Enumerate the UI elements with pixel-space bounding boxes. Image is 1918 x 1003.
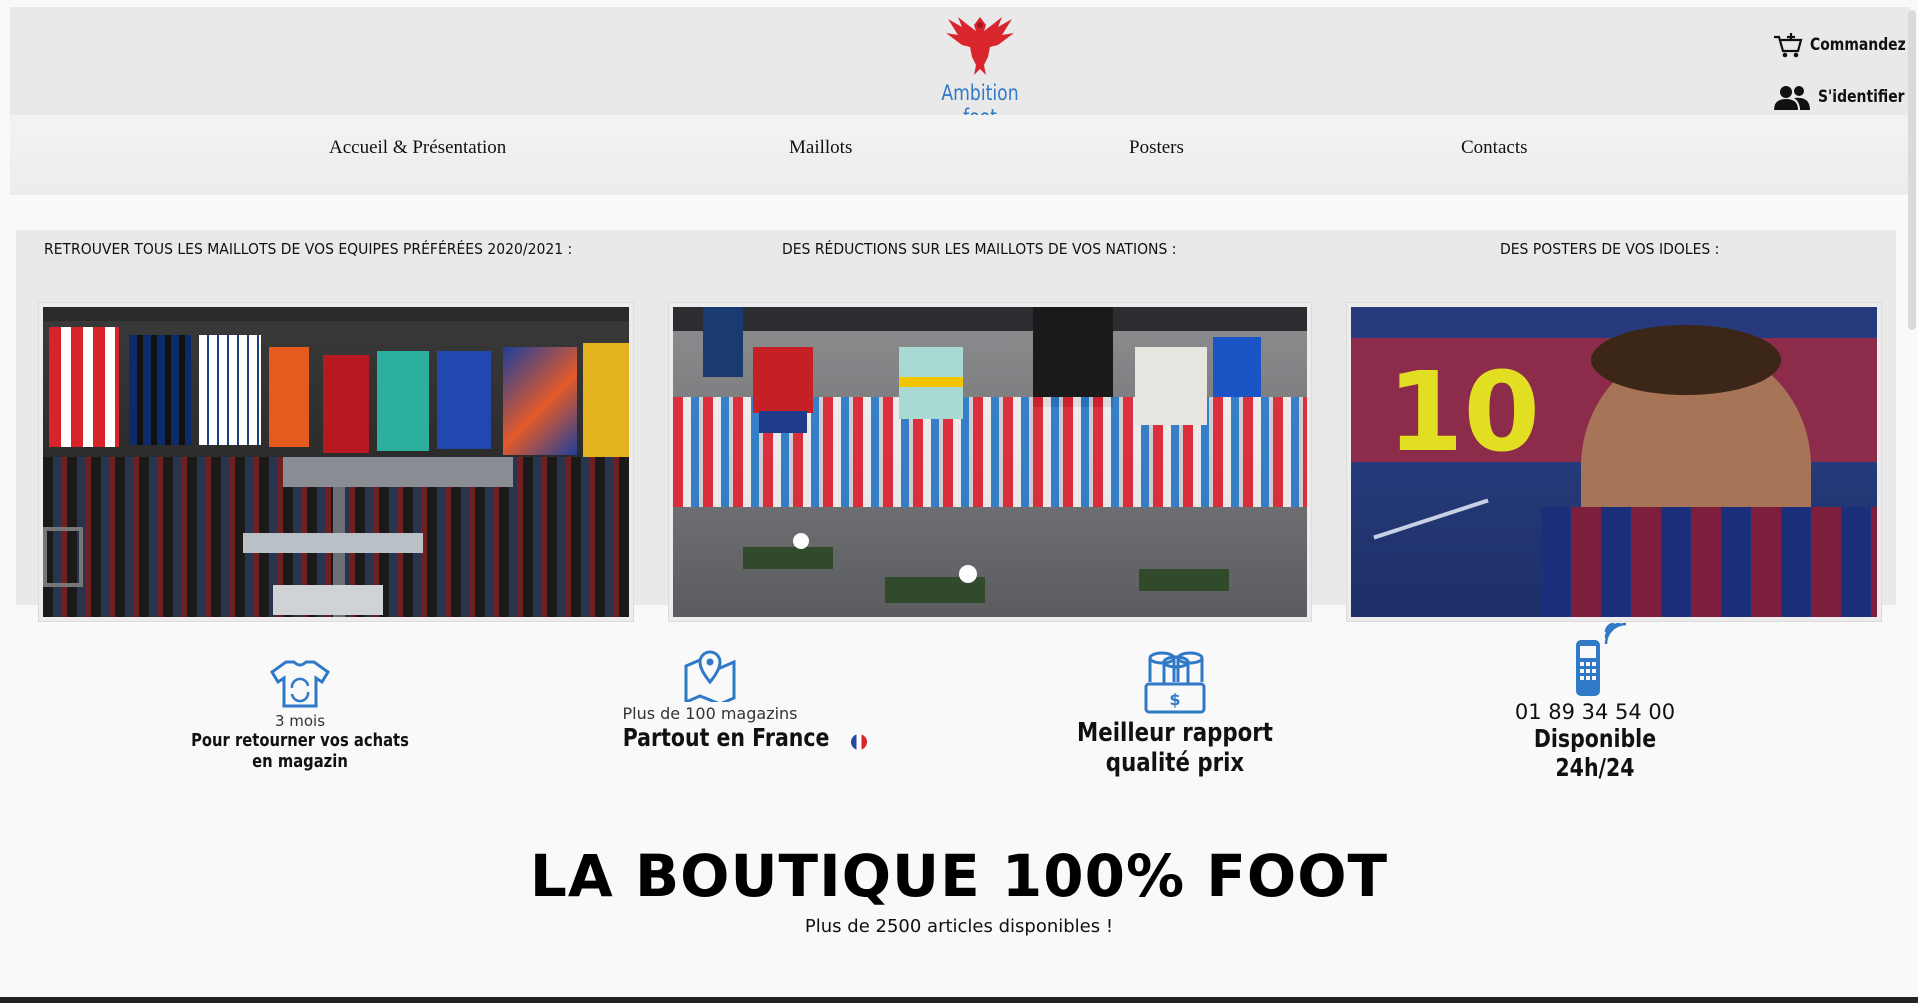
nav-item-home[interactable]: Accueil & Présentation	[329, 137, 506, 159]
phone-availability: Disponible 24h/24	[1533, 724, 1657, 782]
order-link[interactable]: Commandez	[1772, 31, 1918, 59]
main-nav: Accueil & Présentation Maillots Posters …	[10, 115, 1910, 195]
feature-stores: Plus de 100 magazins Partout en France	[600, 646, 868, 752]
promo-section: RETROUVER TOUS LES MAILLOTS DE VOS EQUIP…	[16, 230, 1896, 622]
stores-text: Partout en France	[622, 723, 830, 752]
users-icon	[1774, 86, 1810, 110]
eagle-logo-icon	[946, 17, 1014, 75]
stores-count: Plus de 100 magazins	[622, 704, 798, 723]
returns-period: 3 mois	[274, 712, 326, 730]
feature-value: $ Meilleur rapport qualité prix	[1030, 650, 1320, 778]
money-stack-icon: $	[1144, 651, 1206, 714]
login-link[interactable]: S'identifier	[1772, 84, 1918, 110]
idol-poster-image: 10	[1351, 307, 1877, 617]
national-jerseys-image	[673, 307, 1307, 617]
tshirt-return-icon	[270, 660, 330, 708]
order-label: Commandez	[1810, 35, 1906, 55]
scrollbar[interactable]	[1908, 10, 1916, 330]
card-club-jerseys[interactable]	[38, 302, 634, 622]
card-national-jerseys[interactable]	[668, 302, 1312, 622]
site-logo[interactable]: Ambition foot	[910, 11, 1050, 129]
card-posters[interactable]: 10	[1346, 302, 1882, 622]
cart-plus-icon	[1774, 33, 1803, 58]
top-header: Ambition foot Commandez S'identifier	[10, 7, 1910, 129]
value-text: Meilleur rapport qualité prix	[1077, 718, 1273, 778]
map-pin-icon	[684, 650, 736, 706]
feature-returns: 3 mois Pour retourner vos achats en maga…	[160, 658, 440, 772]
france-flag-icon	[851, 733, 868, 750]
nav-item-jerseys[interactable]: Maillots	[789, 137, 852, 159]
nav-item-contacts[interactable]: Contacts	[1461, 137, 1528, 159]
bottom-border	[0, 997, 1918, 1003]
hero-title: LA BOUTIQUE 100% FOOT	[529, 842, 1389, 910]
feature-phone: 01 89 34 54 00 Disponible 24h/24	[1470, 620, 1720, 782]
page: Ambition foot Commandez S'identifier Acc…	[0, 0, 1918, 1003]
login-label: S'identifier	[1818, 87, 1905, 107]
phone-icon	[1576, 622, 1627, 696]
phone-number[interactable]: 01 89 34 54 00	[1470, 700, 1720, 724]
poster-number: 10	[1387, 348, 1541, 476]
svg-text:$: $	[1169, 690, 1180, 709]
promo-title-nations: DES RÉDUCTIONS SUR LES MAILLOTS DE VOS N…	[782, 240, 1177, 258]
hero-subtitle: Plus de 2500 articles disponibles !	[804, 916, 1114, 937]
promo-title-posters: DES POSTERS DE VOS IDOLES :	[1500, 240, 1720, 258]
nav-item-posters[interactable]: Posters	[1129, 137, 1184, 159]
promo-title-clubs: RETROUVER TOUS LES MAILLOTS DE VOS EQUIP…	[44, 240, 573, 258]
returns-text: Pour retourner vos achats en magazin	[191, 730, 409, 772]
club-jerseys-image	[43, 307, 629, 617]
